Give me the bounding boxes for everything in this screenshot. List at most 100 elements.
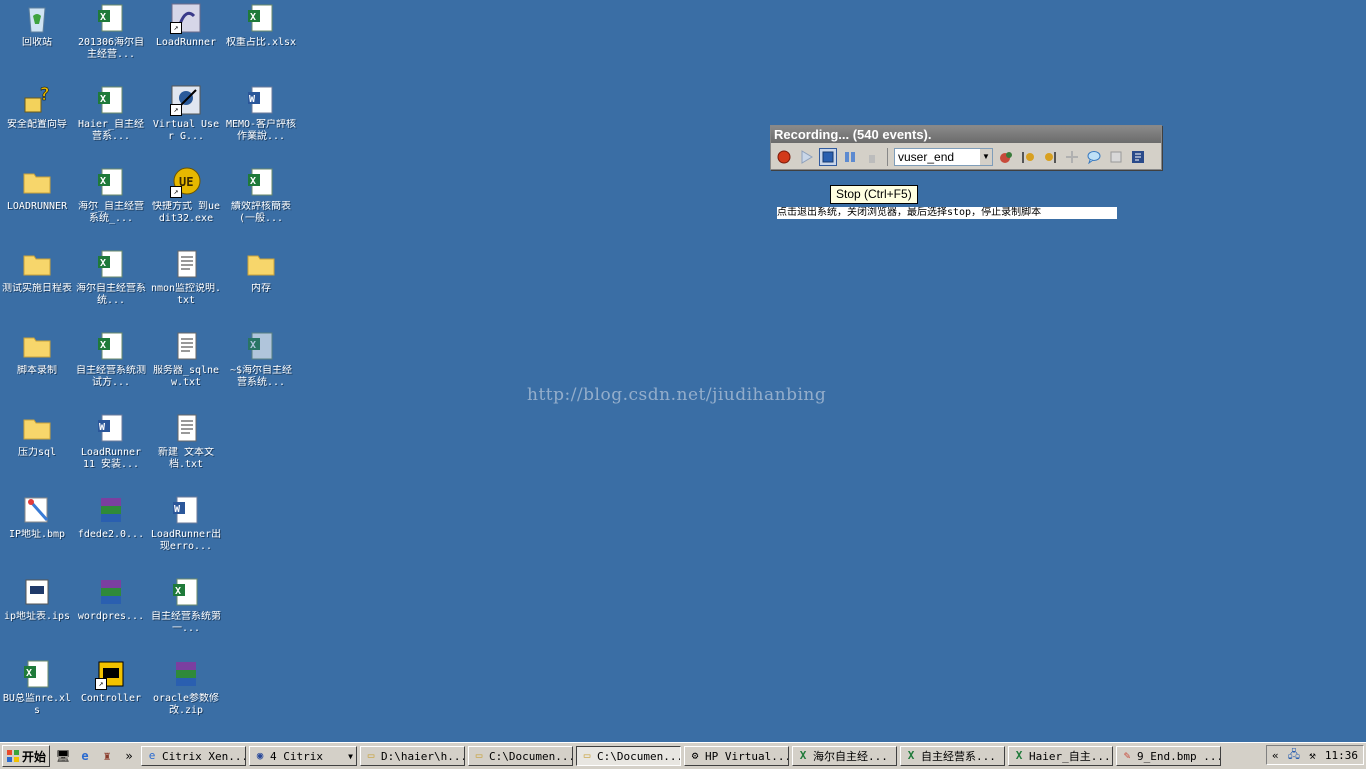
folder-icon: ▭ xyxy=(367,749,375,762)
create-action-button[interactable] xyxy=(997,148,1015,166)
task-explorer-documents-1[interactable]: ▭ C:\Documen... xyxy=(468,746,573,766)
word-icon: W xyxy=(95,412,127,444)
desktop-icon-wordpress[interactable]: wordpres... xyxy=(74,576,148,623)
desktop-icon-oracle-zip[interactable]: oracle参数修改.zip xyxy=(149,658,223,717)
desktop-icon-server-sql-txt[interactable]: 服务器_sqlnew.txt xyxy=(149,330,223,389)
desktop-icon-haier-system-3[interactable]: X 海尔自主经营系统... xyxy=(74,248,148,307)
excel-icon: X xyxy=(95,84,127,116)
folder-icon xyxy=(245,248,277,280)
desktop-icon-script-folder[interactable]: 脚本录制 xyxy=(0,330,74,377)
desktop-icon-performance-xls[interactable]: X 績效評核簡表(一般... xyxy=(224,166,298,225)
tray-expand-button[interactable]: « xyxy=(1272,749,1279,762)
shortcut-arrow-icon: ↗ xyxy=(170,104,182,116)
start-transaction-icon xyxy=(1022,152,1034,163)
desktop-icon-loadrunner-folder[interactable]: LOADRUNNER xyxy=(0,166,74,213)
action-select[interactable]: vuser_end ▼ xyxy=(894,148,993,166)
task-citrix[interactable]: ◉ 4 Citrix ▼ xyxy=(249,746,357,766)
rendezvous-icon xyxy=(1066,151,1078,163)
desktop-icon-loadrunner[interactable]: ↗ LoadRunner xyxy=(149,2,223,49)
chevron-down-icon: ▼ xyxy=(348,751,353,761)
desktop-icon-lr-error-doc[interactable]: W LoadRunner出现erro... xyxy=(149,494,223,553)
desktop-icon-new-txt[interactable]: 新建 文本文档.txt xyxy=(149,412,223,471)
insert-text-check-button[interactable] xyxy=(1107,148,1125,166)
record-button[interactable] xyxy=(775,148,793,166)
network-icon[interactable]: 🖧 xyxy=(1288,746,1300,765)
taskbar: 开始 🖥 e ♜ » e Citrix Xen... ◉ 4 Citrix ▼ … xyxy=(0,742,1366,769)
desktop-icon-haier-system-2[interactable]: X 海尔_自主经营系统_... xyxy=(74,166,148,225)
shortcut-arrow-icon: ↗ xyxy=(170,186,182,198)
excel-icon: X xyxy=(95,330,127,362)
desktop-icon-controller[interactable]: ↗ Controller xyxy=(74,658,148,705)
record-icon xyxy=(777,150,791,164)
quicklaunch-desktop[interactable]: 🖥 xyxy=(54,747,72,765)
svg-text:X: X xyxy=(100,176,106,187)
word-icon: W xyxy=(245,84,277,116)
task-explorer-haier[interactable]: ▭ D:\haier\h... xyxy=(360,746,465,766)
rendezvous-button[interactable] xyxy=(1063,148,1081,166)
svg-text:X: X xyxy=(100,258,106,269)
excel-icon: X xyxy=(245,2,277,34)
stop-button[interactable] xyxy=(819,148,837,166)
gears-icon xyxy=(1000,152,1012,163)
task-hp-virtual[interactable]: ⚙ HP Virtual... xyxy=(684,746,789,766)
desktop-icon-haier-201306[interactable]: X 201306海尔自主经营... xyxy=(74,2,148,61)
desktop-icon-lr-install[interactable]: W LoadRunner 11 安装... xyxy=(74,412,148,471)
quicklaunch-overflow[interactable]: » xyxy=(120,747,138,765)
insert-comment-button[interactable] xyxy=(1085,148,1103,166)
desktop-icon-sql-folder[interactable]: 压力sql xyxy=(0,412,74,459)
text-check-icon xyxy=(1110,151,1122,163)
play-icon xyxy=(801,150,813,164)
desktop-icon-fdede[interactable]: fdede2.0... xyxy=(74,494,148,541)
excel-icon: X xyxy=(1015,749,1023,762)
recycle-bin-icon xyxy=(21,2,53,34)
play-button[interactable] xyxy=(797,148,815,166)
action-select-value: vuser_end xyxy=(898,150,955,164)
winrar-icon xyxy=(95,494,127,526)
winrar-icon xyxy=(95,576,127,608)
task-paint-bmp[interactable]: ✎ 9_End.bmp ... xyxy=(1116,746,1221,766)
desktop-icon-security-wizard[interactable]: ? 安全配置向导 xyxy=(0,84,74,131)
app-icon: ♜ xyxy=(103,749,111,763)
recording-toolbar-title: Recording... (540 events). xyxy=(771,126,1161,143)
task-excel-system[interactable]: X 自主经营系... xyxy=(900,746,1005,766)
winrar-icon xyxy=(170,658,202,690)
desktop-icon-vugen[interactable]: ↗ Virtual User G... xyxy=(149,84,223,143)
desktop-icon-weight-xlsx[interactable]: X 权重占比.xlsx xyxy=(224,2,298,49)
tools-icon[interactable]: ⚒ xyxy=(1309,749,1316,762)
insert-transaction-button[interactable] xyxy=(863,148,881,166)
task-excel-haier-self[interactable]: X Haier_自主... xyxy=(1008,746,1113,766)
svg-text:W: W xyxy=(99,422,106,433)
excel-icon: X xyxy=(21,658,53,690)
start-transaction-button[interactable] xyxy=(1019,148,1037,166)
desktop-icon-memory-folder[interactable]: 内存 xyxy=(224,248,298,295)
recording-options-button[interactable] xyxy=(1129,148,1147,166)
clock: 11:36 xyxy=(1324,748,1358,762)
desktop-icon-system-first[interactable]: X 自主经营系统第一... xyxy=(149,576,223,635)
chevron-down-icon[interactable]: ▼ xyxy=(980,149,992,165)
quicklaunch-app[interactable]: ♜ xyxy=(98,747,116,765)
end-transaction-button[interactable] xyxy=(1041,148,1059,166)
desktop-icon-haier-system[interactable]: X Haier_自主经营系... xyxy=(74,84,148,143)
desktop-icon-nmon-txt[interactable]: nmon监控说明.txt xyxy=(149,248,223,307)
task-label: HP Virtual... xyxy=(705,749,789,763)
desktop-icon-memo-doc[interactable]: W MEMO-客户評核作業說... xyxy=(224,84,298,143)
task-explorer-documents-2[interactable]: ▭ C:\Documen... xyxy=(576,746,681,766)
task-excel-haier[interactable]: X 海尔自主经... xyxy=(792,746,897,766)
start-button[interactable]: 开始 xyxy=(2,745,50,767)
pause-button[interactable] xyxy=(841,148,859,166)
system-tray: « 🖧 ⚒ 11:36 xyxy=(1266,745,1364,765)
desktop-icon-bu-xls[interactable]: X BU总监nre.xls xyxy=(0,658,74,717)
svg-text:X: X xyxy=(250,176,256,187)
desktop-icon-recycle-bin[interactable]: 回收站 xyxy=(0,2,74,49)
pause-icon xyxy=(845,152,855,162)
desktop-icon-ip-bmp[interactable]: IP地址.bmp xyxy=(0,494,74,541)
desktop-icon-temp-haier[interactable]: X ~$海尔自主经营系统... xyxy=(224,330,298,389)
quicklaunch-ie[interactable]: e xyxy=(76,747,94,765)
desktop-icon-uedit[interactable]: UE ↗ 快捷方式 到uedit32.exe xyxy=(149,166,223,225)
word-icon: W xyxy=(170,494,202,526)
task-label: 海尔自主经... xyxy=(813,750,888,763)
desktop-icon-schedule-folder[interactable]: 测试实施日程表 xyxy=(0,248,74,295)
desktop-icon-ip-table[interactable]: ip地址表.ips xyxy=(0,576,74,623)
desktop-icon-test-plan[interactable]: X 自主经营系统测试方... xyxy=(74,330,148,389)
task-citrix-xen[interactable]: e Citrix Xen... xyxy=(141,746,246,766)
